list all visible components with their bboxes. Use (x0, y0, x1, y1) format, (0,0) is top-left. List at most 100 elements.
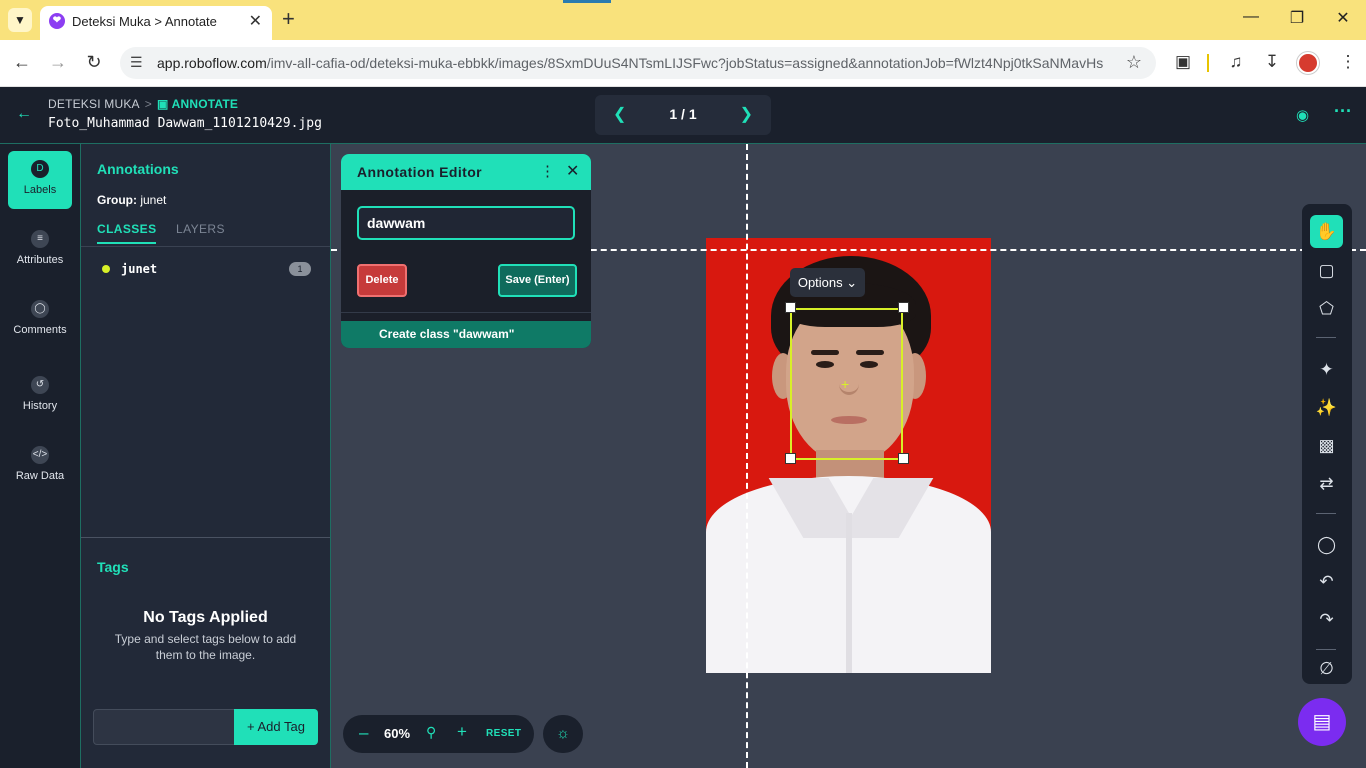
save-button[interactable]: Save (Enter) (498, 264, 577, 297)
roboflow-logo-icon: ❤ (49, 13, 65, 29)
no-tags-title: No Tags Applied (143, 609, 268, 626)
tab-title: Deteksi Muka > Annotate (72, 14, 217, 29)
resize-handle-bottom-left[interactable] (785, 453, 796, 464)
browser-menu-icon[interactable]: ⋮ (1337, 52, 1359, 72)
labels-icon: D (31, 160, 49, 178)
brightness-icon[interactable]: ☼ (543, 715, 583, 753)
tab-indicator (563, 0, 611, 3)
repeat-previous-icon[interactable]: ⇄ (1310, 467, 1343, 500)
url-text: app.roboflow.com/imv-all-cafia-od/deteks… (157, 55, 1104, 71)
keypoint-tool-icon[interactable]: ▩ (1310, 429, 1343, 462)
zoom-in-icon[interactable]: + (457, 722, 467, 742)
forward-icon[interactable]: → (46, 52, 70, 73)
bounding-box-tool-icon[interactable]: ▢ (1310, 254, 1343, 287)
comment-icon: ◯ (31, 300, 49, 318)
breadcrumb-annotate-icon: ▣ (156, 97, 172, 111)
rail-item-label: Attributes (16, 254, 64, 266)
null-annotation-icon[interactable]: ∅ (1310, 652, 1343, 685)
panel-divider (81, 537, 330, 538)
options-button[interactable]: Options ⌄ (790, 268, 865, 297)
editor-more-icon[interactable]: ⋮ (540, 162, 555, 180)
new-tab-icon[interactable]: + (282, 7, 295, 31)
annotation-editor: Annotation Editor ⋮ ✕ dawwam Delete Save… (341, 154, 591, 348)
group-label: Group: junet (97, 193, 167, 207)
chevron-down-icon: ⌄ (846, 275, 858, 290)
minimize-icon[interactable]: — (1236, 8, 1266, 26)
add-tag-button[interactable]: + Add Tag (234, 709, 318, 745)
magic-wand-icon[interactable]: ✨ (1310, 391, 1343, 424)
restore-icon[interactable]: ❐ (1282, 8, 1312, 28)
rail-item-comments[interactable]: ◯ Comments (8, 291, 72, 349)
zoom-level: 60% (384, 726, 411, 741)
history-icon: ↺ (31, 376, 49, 394)
browser-tab[interactable]: ❤ Deteksi Muka > Annotate ✕ (40, 6, 272, 40)
tools-toolbar: ✋ ▢ ⬠ ✦ ✨ ▩ ⇄ ◯ ↶ ↷ ∅ (1302, 204, 1352, 684)
hide-annotations-icon[interactable]: ◉ (1296, 106, 1309, 124)
close-tab-icon[interactable]: ✕ (249, 11, 262, 31)
back-arrow-icon[interactable]: ← (16, 105, 32, 123)
editor-close-icon[interactable]: ✕ (566, 161, 579, 181)
zoom-controls: – 60% ⚲ + RESET (343, 715, 534, 753)
bookmark-star-icon[interactable]: ☆ (1126, 52, 1142, 73)
tag-input[interactable] (93, 709, 235, 745)
panel-tabs: CLASSES LAYERS (81, 220, 330, 247)
reload-icon[interactable]: ↻ (82, 52, 106, 73)
resize-handle-bottom-right[interactable] (898, 453, 909, 464)
photo-placket (846, 513, 852, 673)
delete-button[interactable]: Delete (357, 264, 407, 297)
editor-divider (341, 312, 591, 313)
create-class-option[interactable]: Create class "dawwam" (341, 321, 591, 348)
chat-support-icon[interactable]: ▤ (1298, 698, 1346, 746)
rail-item-history[interactable]: ↺ History (8, 367, 72, 425)
breadcrumb-current: ANNOTATE (171, 97, 239, 111)
reset-zoom-button[interactable]: RESET (486, 728, 521, 739)
pan-hand-icon[interactable]: ✋ (1310, 215, 1343, 248)
media-control-icon[interactable]: ♫ (1225, 52, 1247, 72)
extensions-icon[interactable]: ▣ (1172, 52, 1194, 72)
breadcrumb-separator: > (144, 97, 152, 111)
rail-item-labels[interactable]: D Labels (8, 151, 72, 209)
site-info-icon[interactable]: ☰ (130, 54, 143, 71)
image-file-name: Foto_Muhammad Dawwam_1101210429.jpg (48, 116, 322, 131)
rail-item-label: Labels (23, 184, 57, 196)
class-item-junet[interactable]: junet 1 (97, 260, 315, 278)
more-options-icon[interactable]: ··· (1334, 101, 1352, 122)
url-field[interactable]: ☰ app.roboflow.com/imv-all-cafia-od/dete… (120, 47, 1156, 79)
smart-polygon-icon[interactable]: ✦ (1310, 353, 1343, 386)
profile-avatar[interactable] (1297, 52, 1319, 74)
rail-item-attributes[interactable]: ≡ Attributes (8, 221, 72, 279)
class-color-dot (102, 265, 110, 273)
close-window-icon[interactable]: ✕ (1328, 8, 1358, 28)
download-icon[interactable]: ↧ (1261, 52, 1283, 72)
breadcrumb: DETEKSI MUKA > ▣ ANNOTATE (48, 97, 238, 111)
list-icon: ≡ (31, 230, 49, 248)
toolbar-divider (1316, 649, 1336, 650)
zoom-out-icon[interactable]: – (359, 723, 368, 743)
redo-icon[interactable]: ↷ (1310, 603, 1343, 636)
crosshair-icon: + (841, 376, 850, 392)
resize-handle-top-left[interactable] (785, 302, 796, 313)
class-count-badge: 1 (289, 262, 311, 276)
group-value: junet (140, 193, 167, 207)
rail-item-raw-data[interactable]: </> Raw Data (8, 437, 72, 495)
toolbar-divider (1316, 513, 1336, 514)
panel-title: Annotations (97, 161, 179, 177)
undo-icon[interactable]: ↶ (1310, 565, 1343, 598)
left-rail: D Labels ≡ Attributes ◯ Comments ↺ Histo… (0, 144, 81, 768)
comment-tool-icon[interactable]: ◯ (1310, 528, 1343, 561)
vertical-guide-line (746, 144, 748, 768)
polygon-tool-icon[interactable]: ⬠ (1310, 292, 1343, 325)
resize-handle-top-right[interactable] (898, 302, 909, 313)
tab-search-icon[interactable]: ▼ (8, 8, 32, 32)
image-pager: ❮ 1 / 1 ❯ (595, 95, 771, 135)
lock-zoom-icon[interactable]: ⚲ (426, 724, 436, 741)
breadcrumb-project[interactable]: DETEKSI MUKA (48, 97, 140, 111)
back-icon[interactable]: ← (10, 52, 34, 73)
next-image-icon[interactable]: ❯ (740, 104, 753, 124)
class-name-input[interactable]: dawwam (357, 206, 575, 240)
code-icon: </> (31, 446, 49, 464)
no-tags-description: Type and select tags below to add them t… (114, 632, 297, 662)
annotation-canvas[interactable]: + Options ⌄ Annotation Editor ⋮ ✕ dawwam… (331, 144, 1366, 768)
tab-classes[interactable]: CLASSES (97, 222, 157, 244)
tab-layers[interactable]: LAYERS (176, 222, 225, 236)
